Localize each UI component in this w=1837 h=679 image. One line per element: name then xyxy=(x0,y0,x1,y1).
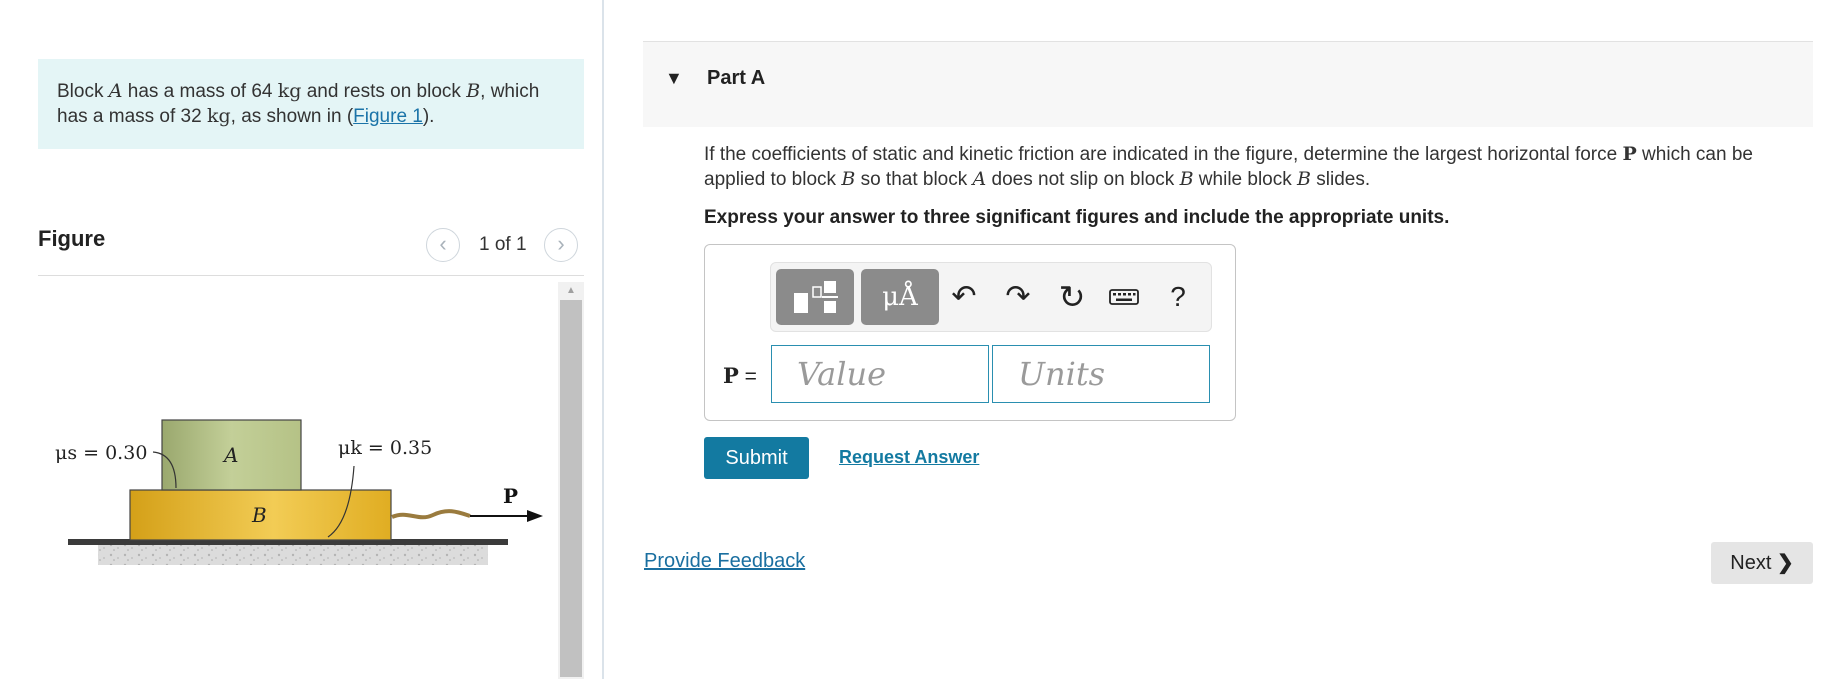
var-a: A xyxy=(108,80,123,102)
mu-s-label: μs = 0.30 xyxy=(55,442,147,464)
help-button[interactable]: ? xyxy=(1158,277,1198,317)
units-input[interactable]: Units xyxy=(992,345,1210,403)
part-a-header[interactable]: ▼ Part A xyxy=(643,41,1813,127)
answer-instruction: Express your answer to three significant… xyxy=(704,207,1450,228)
chevron-left-icon: ‹ xyxy=(439,231,447,256)
question-segment: while block xyxy=(1193,169,1298,190)
unit-kg: kg xyxy=(277,80,302,102)
var-b: B xyxy=(841,168,856,190)
figure-title: Figure xyxy=(38,226,106,251)
request-answer-link[interactable]: Request Answer xyxy=(839,447,979,468)
chevron-right-icon: ❯ xyxy=(1776,552,1794,574)
answer-var: P xyxy=(723,363,739,388)
var-b: B xyxy=(466,80,481,102)
math-toolbar: μÅ ↶ ↷ ↻ ? xyxy=(770,262,1212,332)
units-symbol: μÅ xyxy=(882,282,918,312)
value-input[interactable]: Value xyxy=(771,345,989,403)
units-button[interactable]: μÅ xyxy=(861,269,939,325)
units-placeholder: Units xyxy=(1018,355,1106,393)
templates-button[interactable] xyxy=(776,269,854,325)
unit-kg: kg xyxy=(206,105,231,127)
force-p-label: P xyxy=(503,484,518,508)
figure-diagram: μs = 0.30 μk = 0.35 A B P xyxy=(38,282,558,679)
keyboard-button[interactable] xyxy=(1104,277,1144,317)
value-placeholder: Value xyxy=(797,355,887,393)
keyboard-icon xyxy=(1109,289,1139,305)
chevron-right-icon: › xyxy=(557,231,565,256)
var-p: P xyxy=(1622,143,1637,165)
block-b-label: B xyxy=(251,503,267,527)
caret-down-icon[interactable]: ▼ xyxy=(665,68,683,89)
var-b: B xyxy=(1297,168,1311,190)
figure-scrollbar[interactable]: ▲ xyxy=(558,282,584,679)
submit-button[interactable]: Submit xyxy=(704,437,809,479)
reset-icon[interactable]: ↻ xyxy=(1052,277,1092,317)
var-b: B xyxy=(1179,168,1194,190)
next-button[interactable]: Next ❯ xyxy=(1711,542,1813,584)
force-arrowhead xyxy=(527,510,543,522)
figure-counter: 1 of 1 xyxy=(479,234,527,255)
scroll-up-icon[interactable]: ▲ xyxy=(558,282,584,300)
answer-box: μÅ ↶ ↷ ↻ ? P = Value Units xyxy=(704,244,1236,421)
problem-text: has a mass of 64 xyxy=(122,81,278,102)
previous-figure-button[interactable]: ‹ xyxy=(426,228,460,262)
figure-header: Figure ‹ 1 of 1 › xyxy=(38,222,584,276)
answer-equals: = xyxy=(738,365,757,388)
provide-feedback-link[interactable]: Provide Feedback xyxy=(644,550,805,573)
answer-label: P = xyxy=(723,363,757,389)
question-segment: does not slip on block xyxy=(986,169,1180,190)
var-a: A xyxy=(972,168,987,190)
left-panel: Block A has a mass of 64 kg and rests on… xyxy=(0,0,604,679)
blocks-diagram: μs = 0.30 μk = 0.35 A B P xyxy=(55,419,543,565)
scroll-thumb[interactable] xyxy=(560,300,582,677)
redo-icon[interactable]: ↷ xyxy=(998,277,1038,317)
next-label: Next xyxy=(1730,552,1772,574)
block-a-label: A xyxy=(222,443,238,467)
question-text: If the coefficients of static and kineti… xyxy=(704,142,1804,192)
problem-text: ). xyxy=(422,106,435,127)
question-segment: If the coefficients of static and kineti… xyxy=(704,144,1623,165)
figure-link[interactable]: Figure 1 xyxy=(353,106,423,127)
templates-icon xyxy=(794,281,838,313)
question-segment: slides. xyxy=(1311,169,1371,190)
problem-text: , as shown in ( xyxy=(230,106,354,127)
part-title: Part A xyxy=(707,67,766,89)
ground-gravel xyxy=(98,545,488,565)
problem-text: Block xyxy=(57,81,109,102)
undo-icon[interactable]: ↶ xyxy=(944,277,984,317)
problem-statement: Block A has a mass of 64 kg and rests on… xyxy=(38,59,584,149)
rope xyxy=(391,509,471,520)
next-figure-button[interactable]: › xyxy=(544,228,578,262)
question-segment: so that block xyxy=(855,169,973,190)
problem-text: and rests on block xyxy=(301,81,467,102)
mu-k-label: μk = 0.35 xyxy=(338,437,432,459)
